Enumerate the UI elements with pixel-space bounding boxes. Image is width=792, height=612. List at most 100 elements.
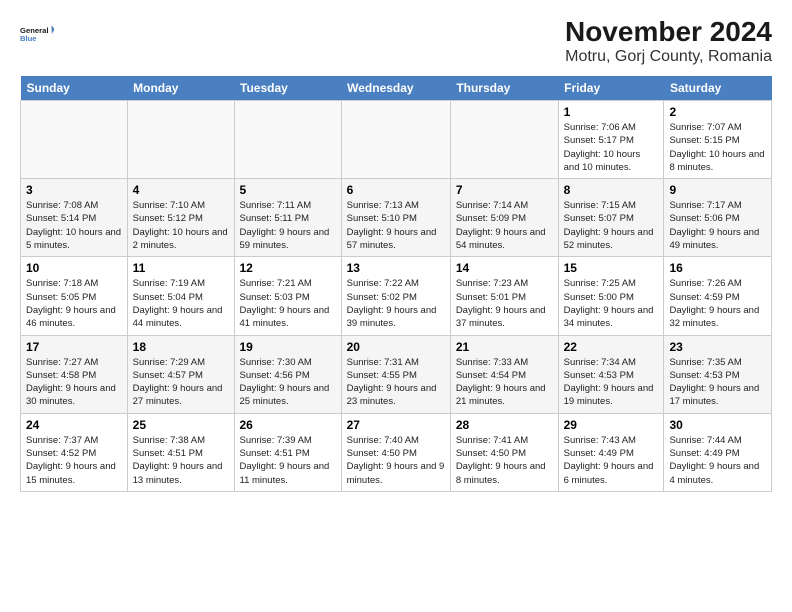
day-info: Sunrise: 7:22 AM Sunset: 5:02 PM Dayligh… xyxy=(347,277,445,330)
day-number: 26 xyxy=(240,418,336,432)
day-info: Sunrise: 7:33 AM Sunset: 4:54 PM Dayligh… xyxy=(456,356,553,409)
day-cell-5: 5Sunrise: 7:11 AM Sunset: 5:11 PM Daylig… xyxy=(234,179,341,257)
day-info: Sunrise: 7:37 AM Sunset: 4:52 PM Dayligh… xyxy=(26,434,122,487)
empty-cell xyxy=(341,101,450,179)
day-info: Sunrise: 7:44 AM Sunset: 4:49 PM Dayligh… xyxy=(669,434,766,487)
day-number: 16 xyxy=(669,261,766,275)
day-info: Sunrise: 7:39 AM Sunset: 4:51 PM Dayligh… xyxy=(240,434,336,487)
day-cell-21: 21 Sunrise: 7:33 AM Sunset: 4:54 PM Dayli… xyxy=(450,335,558,413)
day-info: Sunrise: 7:26 AM Sunset: 4:59 PM Dayligh… xyxy=(669,277,766,330)
day-number: 9 xyxy=(669,183,766,197)
day-number: 3 xyxy=(26,183,122,197)
day-info: Sunrise: 7:11 AM Sunset: 5:11 PM Dayligh… xyxy=(240,199,336,252)
header-sunday: Sunday xyxy=(21,76,128,101)
day-number: 15 xyxy=(564,261,659,275)
day-cell-8: 8 Sunrise: 7:15 AM Sunset: 5:07 PM Daylig… xyxy=(558,179,664,257)
header-saturday: Saturday xyxy=(664,76,772,101)
day-cell-10: 10Sunrise: 7:18 AM Sunset: 5:05 PM Dayli… xyxy=(21,257,128,335)
day-cell-16: 16 Sunrise: 7:26 AM Sunset: 4:59 PM Dayli… xyxy=(664,257,772,335)
day-number: 20 xyxy=(347,340,445,354)
day-info: Sunrise: 7:13 AM Sunset: 5:10 PM Dayligh… xyxy=(347,199,445,252)
day-number: 24 xyxy=(26,418,122,432)
header: General Blue November 2024 Motru, Gorj C… xyxy=(20,16,772,66)
calendar-body: 1 Sunrise: 7:06 AM Sunset: 5:17 PM Daylig… xyxy=(21,101,772,492)
week-row-3: 10Sunrise: 7:18 AM Sunset: 5:05 PM Dayli… xyxy=(21,257,772,335)
day-cell-6: 6 Sunrise: 7:13 AM Sunset: 5:10 PM Daylig… xyxy=(341,179,450,257)
day-info: Sunrise: 7:06 AM Sunset: 5:17 PM Dayligh… xyxy=(564,121,659,174)
day-number: 14 xyxy=(456,261,553,275)
day-info: Sunrise: 7:41 AM Sunset: 4:50 PM Dayligh… xyxy=(456,434,553,487)
day-cell-22: 22 Sunrise: 7:34 AM Sunset: 4:53 PM Dayli… xyxy=(558,335,664,413)
day-cell-15: 15 Sunrise: 7:25 AM Sunset: 5:00 PM Dayli… xyxy=(558,257,664,335)
day-cell-11: 11 Sunrise: 7:19 AM Sunset: 5:04 PM Dayli… xyxy=(127,257,234,335)
day-info: Sunrise: 7:14 AM Sunset: 5:09 PM Dayligh… xyxy=(456,199,553,252)
day-number: 11 xyxy=(133,261,229,275)
day-number: 25 xyxy=(133,418,229,432)
page: General Blue November 2024 Motru, Gorj C… xyxy=(0,0,792,612)
week-row-1: 1 Sunrise: 7:06 AM Sunset: 5:17 PM Daylig… xyxy=(21,101,772,179)
week-row-2: 3 Sunrise: 7:08 AM Sunset: 5:14 PM Daylig… xyxy=(21,179,772,257)
day-number: 27 xyxy=(347,418,445,432)
main-title: November 2024 xyxy=(565,16,772,48)
day-number: 12 xyxy=(240,261,336,275)
day-number: 13 xyxy=(347,261,445,275)
day-info: Sunrise: 7:43 AM Sunset: 4:49 PM Dayligh… xyxy=(564,434,659,487)
week-row-4: 17 Sunrise: 7:27 AM Sunset: 4:58 PM Dayli… xyxy=(21,335,772,413)
day-cell-13: 13 Sunrise: 7:22 AM Sunset: 5:02 PM Dayli… xyxy=(341,257,450,335)
day-cell-17: 17 Sunrise: 7:27 AM Sunset: 4:58 PM Dayli… xyxy=(21,335,128,413)
day-number: 22 xyxy=(564,340,659,354)
header-wednesday: Wednesday xyxy=(341,76,450,101)
day-cell-14: 14Sunrise: 7:23 AM Sunset: 5:01 PM Dayli… xyxy=(450,257,558,335)
day-cell-26: 26 Sunrise: 7:39 AM Sunset: 4:51 PM Dayli… xyxy=(234,413,341,491)
day-cell-28: 28 Sunrise: 7:41 AM Sunset: 4:50 PM Dayli… xyxy=(450,413,558,491)
day-number: 28 xyxy=(456,418,553,432)
day-cell-12: 12 Sunrise: 7:21 AM Sunset: 5:03 PM Dayli… xyxy=(234,257,341,335)
day-info: Sunrise: 7:40 AM Sunset: 4:50 PM Dayligh… xyxy=(347,434,445,487)
week-row-5: 24 Sunrise: 7:37 AM Sunset: 4:52 PM Dayli… xyxy=(21,413,772,491)
day-cell-2: 2Sunrise: 7:07 AM Sunset: 5:15 PM Daylig… xyxy=(664,101,772,179)
empty-cell xyxy=(234,101,341,179)
day-info: Sunrise: 7:15 AM Sunset: 5:07 PM Dayligh… xyxy=(564,199,659,252)
logo: General Blue xyxy=(20,16,54,52)
day-number: 1 xyxy=(564,105,659,119)
day-cell-19: 19Sunrise: 7:30 AM Sunset: 4:56 PM Dayli… xyxy=(234,335,341,413)
header-row: SundayMondayTuesdayWednesdayThursdayFrid… xyxy=(21,76,772,101)
day-number: 30 xyxy=(669,418,766,432)
day-info: Sunrise: 7:29 AM Sunset: 4:57 PM Dayligh… xyxy=(133,356,229,409)
empty-cell xyxy=(127,101,234,179)
day-number: 21 xyxy=(456,340,553,354)
day-number: 17 xyxy=(26,340,122,354)
day-info: Sunrise: 7:19 AM Sunset: 5:04 PM Dayligh… xyxy=(133,277,229,330)
header-thursday: Thursday xyxy=(450,76,558,101)
day-info: Sunrise: 7:10 AM Sunset: 5:12 PM Dayligh… xyxy=(133,199,229,252)
day-info: Sunrise: 7:34 AM Sunset: 4:53 PM Dayligh… xyxy=(564,356,659,409)
day-cell-18: 18Sunrise: 7:29 AM Sunset: 4:57 PM Dayli… xyxy=(127,335,234,413)
day-info: Sunrise: 7:17 AM Sunset: 5:06 PM Dayligh… xyxy=(669,199,766,252)
day-number: 8 xyxy=(564,183,659,197)
day-cell-7: 7Sunrise: 7:14 AM Sunset: 5:09 PM Daylig… xyxy=(450,179,558,257)
day-info: Sunrise: 7:21 AM Sunset: 5:03 PM Dayligh… xyxy=(240,277,336,330)
svg-text:Blue: Blue xyxy=(20,34,37,43)
day-info: Sunrise: 7:38 AM Sunset: 4:51 PM Dayligh… xyxy=(133,434,229,487)
day-number: 4 xyxy=(133,183,229,197)
logo-svg: General Blue xyxy=(20,16,54,52)
day-number: 19 xyxy=(240,340,336,354)
calendar-header: SundayMondayTuesdayWednesdayThursdayFrid… xyxy=(21,76,772,101)
day-info: Sunrise: 7:07 AM Sunset: 5:15 PM Dayligh… xyxy=(669,121,766,174)
day-cell-25: 25 Sunrise: 7:38 AM Sunset: 4:51 PM Dayli… xyxy=(127,413,234,491)
empty-cell xyxy=(21,101,128,179)
day-cell-30: 30 Sunrise: 7:44 AM Sunset: 4:49 PM Dayli… xyxy=(664,413,772,491)
day-cell-24: 24 Sunrise: 7:37 AM Sunset: 4:52 PM Dayli… xyxy=(21,413,128,491)
empty-cell xyxy=(450,101,558,179)
day-info: Sunrise: 7:27 AM Sunset: 4:58 PM Dayligh… xyxy=(26,356,122,409)
day-cell-27: 27 Sunrise: 7:40 AM Sunset: 4:50 PM Dayli… xyxy=(341,413,450,491)
calendar-table: SundayMondayTuesdayWednesdayThursdayFrid… xyxy=(20,76,772,492)
day-number: 6 xyxy=(347,183,445,197)
day-number: 29 xyxy=(564,418,659,432)
day-info: Sunrise: 7:25 AM Sunset: 5:00 PM Dayligh… xyxy=(564,277,659,330)
day-cell-20: 20 Sunrise: 7:31 AM Sunset: 4:55 PM Dayli… xyxy=(341,335,450,413)
day-info: Sunrise: 7:08 AM Sunset: 5:14 PM Dayligh… xyxy=(26,199,122,252)
day-cell-4: 4 Sunrise: 7:10 AM Sunset: 5:12 PM Daylig… xyxy=(127,179,234,257)
day-info: Sunrise: 7:31 AM Sunset: 4:55 PM Dayligh… xyxy=(347,356,445,409)
title-block: November 2024 Motru, Gorj County, Romani… xyxy=(565,16,772,66)
